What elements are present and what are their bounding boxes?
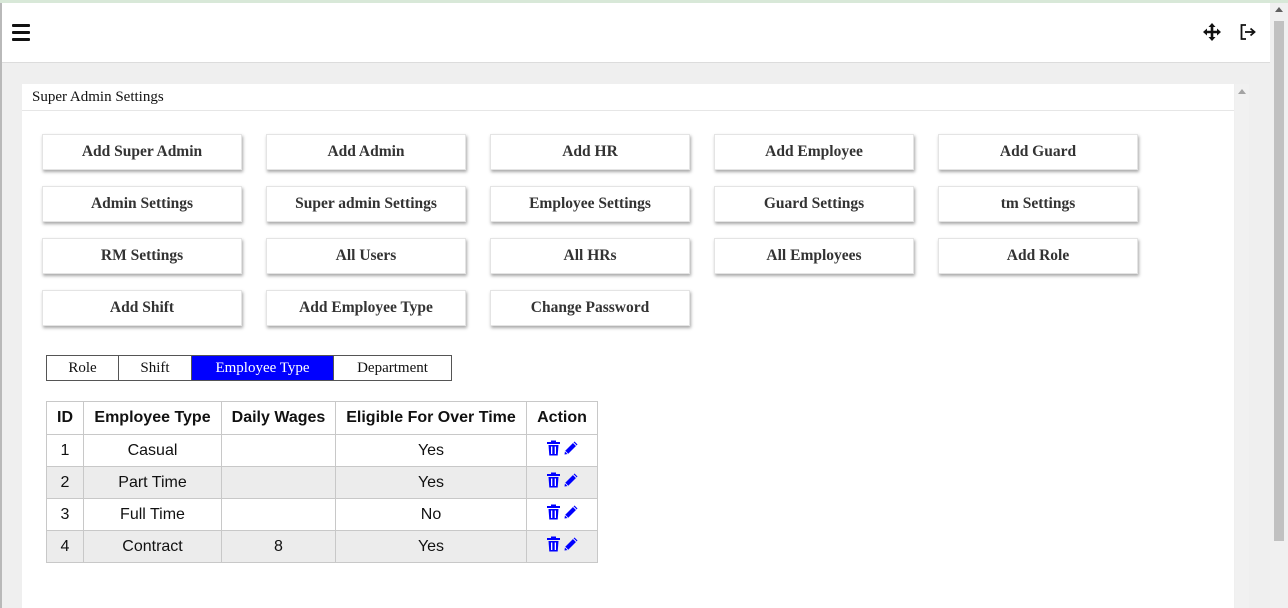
move-arrows-icon[interactable] [1202, 22, 1222, 42]
cell-id: 2 [46, 466, 84, 499]
tab-shift[interactable]: Shift [119, 355, 192, 381]
employee-settings-button[interactable]: Employee Settings [490, 186, 690, 222]
scroll-up-arrow-icon[interactable] [1238, 89, 1246, 94]
add-hr-button[interactable]: Add HR [490, 134, 690, 170]
all-employees-button[interactable]: All Employees [714, 238, 914, 274]
trash-icon[interactable] [546, 504, 561, 520]
column-header-action: Action [526, 401, 598, 435]
tab-department[interactable]: Department [334, 355, 452, 381]
pencil-icon[interactable] [563, 440, 579, 456]
panel-scrollbar[interactable] [1235, 84, 1249, 608]
cell-employee-type: Full Time [83, 498, 222, 531]
admin-settings-button[interactable]: Admin Settings [42, 186, 242, 222]
row-actions [546, 440, 579, 456]
table-row: 2 Part Time Yes [46, 466, 598, 499]
cell-id: 3 [46, 498, 84, 531]
pencil-icon[interactable] [563, 536, 579, 552]
column-header-employee-type: Employee Type [83, 401, 222, 435]
cell-eligible-overtime: Yes [335, 466, 527, 499]
cell-employee-type: Casual [83, 434, 222, 467]
panel-title: Super Admin Settings [22, 84, 1234, 111]
add-role-button[interactable]: Add Role [938, 238, 1138, 274]
scroll-up-arrow-icon[interactable] [1275, 7, 1283, 12]
cell-action [526, 530, 598, 563]
row-actions [546, 472, 579, 488]
cell-id: 4 [46, 530, 84, 563]
table-row: 4 Contract 8 Yes [46, 530, 598, 563]
employee-type-table: ID Employee Type Daily Wages Eligible Fo… [46, 401, 598, 563]
all-hrs-button[interactable]: All HRs [490, 238, 690, 274]
top-header [2, 3, 1270, 63]
add-super-admin-button[interactable]: Add Super Admin [42, 134, 242, 170]
pencil-icon[interactable] [563, 472, 579, 488]
tab-role[interactable]: Role [46, 355, 119, 381]
column-header-eligible-overtime: Eligible For Over Time [335, 401, 527, 435]
add-admin-button[interactable]: Add Admin [266, 134, 466, 170]
cell-eligible-overtime: No [335, 498, 527, 531]
rm-settings-button[interactable]: RM Settings [42, 238, 242, 274]
trash-icon[interactable] [546, 440, 561, 456]
tm-settings-button[interactable]: tm Settings [938, 186, 1138, 222]
trash-icon[interactable] [546, 536, 561, 552]
cell-daily-wages: 8 [221, 530, 336, 563]
cell-eligible-overtime: Yes [335, 434, 527, 467]
change-password-button[interactable]: Change Password [490, 290, 690, 326]
guard-settings-button[interactable]: Guard Settings [714, 186, 914, 222]
page-scrollbar[interactable] [1270, 3, 1288, 608]
cell-eligible-overtime: Yes [335, 530, 527, 563]
scrollbar-thumb[interactable] [1274, 21, 1284, 541]
add-guard-button[interactable]: Add Guard [938, 134, 1138, 170]
super-admin-settings-button[interactable]: Super admin Settings [266, 186, 466, 222]
add-employee-button[interactable]: Add Employee [714, 134, 914, 170]
row-actions [546, 504, 579, 520]
cell-id: 1 [46, 434, 84, 467]
hamburger-menu-icon[interactable] [12, 24, 30, 42]
pencil-icon[interactable] [563, 504, 579, 520]
cell-action [526, 498, 598, 531]
cell-daily-wages [221, 498, 336, 531]
trash-icon[interactable] [546, 472, 561, 488]
table-row: 3 Full Time No [46, 498, 598, 531]
logout-icon[interactable] [1238, 22, 1258, 42]
column-header-daily-wages: Daily Wages [221, 401, 336, 435]
cell-employee-type: Part Time [83, 466, 222, 499]
cell-action [526, 434, 598, 467]
table-row: 1 Casual Yes [46, 434, 598, 467]
cell-daily-wages [221, 466, 336, 499]
cell-action [526, 466, 598, 499]
tab-employee-type[interactable]: Employee Type [192, 355, 334, 381]
table-header-row: ID Employee Type Daily Wages Eligible Fo… [46, 401, 598, 435]
row-actions [546, 536, 579, 552]
column-header-id: ID [46, 401, 84, 435]
cell-daily-wages [221, 434, 336, 467]
settings-tabs: Role Shift Employee Type Department [46, 355, 452, 381]
all-users-button[interactable]: All Users [266, 238, 466, 274]
add-shift-button[interactable]: Add Shift [42, 290, 242, 326]
add-employee-type-button[interactable]: Add Employee Type [266, 290, 466, 326]
cell-employee-type: Contract [83, 530, 222, 563]
